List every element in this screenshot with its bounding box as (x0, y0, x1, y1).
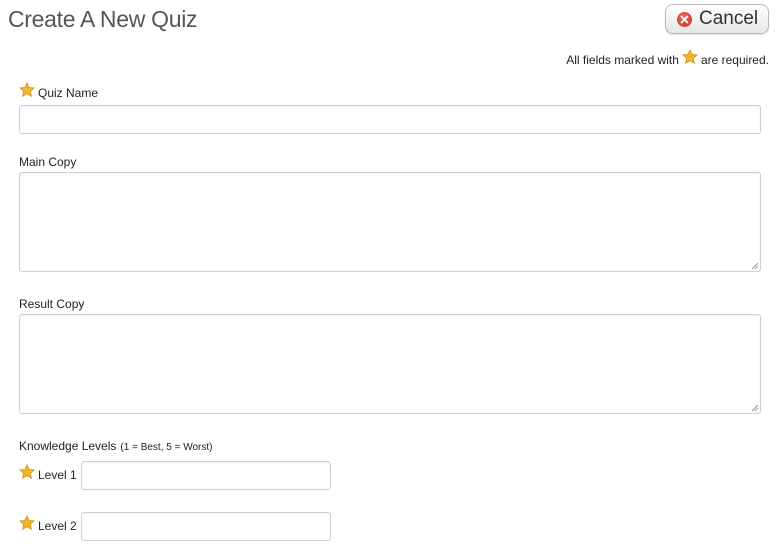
page-title: Create A New Quiz (8, 6, 198, 32)
result-copy-label: Result Copy (19, 297, 84, 311)
main-copy-textarea[interactable] (19, 172, 761, 272)
main-copy-label: Main Copy (19, 155, 76, 169)
cancel-button-label: Cancel (699, 8, 759, 29)
level-1-label-text: Level 1 (38, 468, 77, 482)
level-2-label-text: Level 2 (38, 519, 77, 533)
knowledge-levels-label-text: Knowledge Levels (19, 439, 117, 453)
quiz-name-input[interactable] (19, 105, 761, 134)
star-icon (18, 463, 36, 480)
level-1-label: Level 1 (18, 463, 77, 482)
level-2-label: Level 2 (18, 514, 77, 533)
close-circle-icon (677, 11, 692, 27)
result-copy-label-text: Result Copy (19, 297, 85, 311)
knowledge-levels-hint: (1 = Best, 5 = Worst) (120, 442, 213, 453)
quiz-name-label: Quiz Name (18, 81, 99, 100)
required-note-prefix: All fields marked with (566, 53, 679, 67)
main-copy-label-text: Main Copy (19, 155, 77, 169)
star-icon (18, 81, 36, 98)
star-icon (681, 48, 699, 65)
cancel-button[interactable]: Cancel (665, 4, 769, 34)
required-note-suffix: are required. (700, 53, 769, 67)
create-quiz-page: Create A New Quiz Cancel All fields mark… (0, 0, 777, 550)
level-2-input[interactable] (81, 512, 331, 541)
required-fields-note: All fields marked with are required. (566, 48, 769, 68)
level-1-input[interactable] (81, 461, 331, 490)
star-icon (18, 514, 36, 531)
knowledge-levels-label: Knowledge Levels (1 = Best, 5 = Worst) (19, 439, 212, 453)
result-copy-textarea[interactable] (19, 314, 761, 414)
quiz-name-label-text: Quiz Name (38, 86, 99, 100)
